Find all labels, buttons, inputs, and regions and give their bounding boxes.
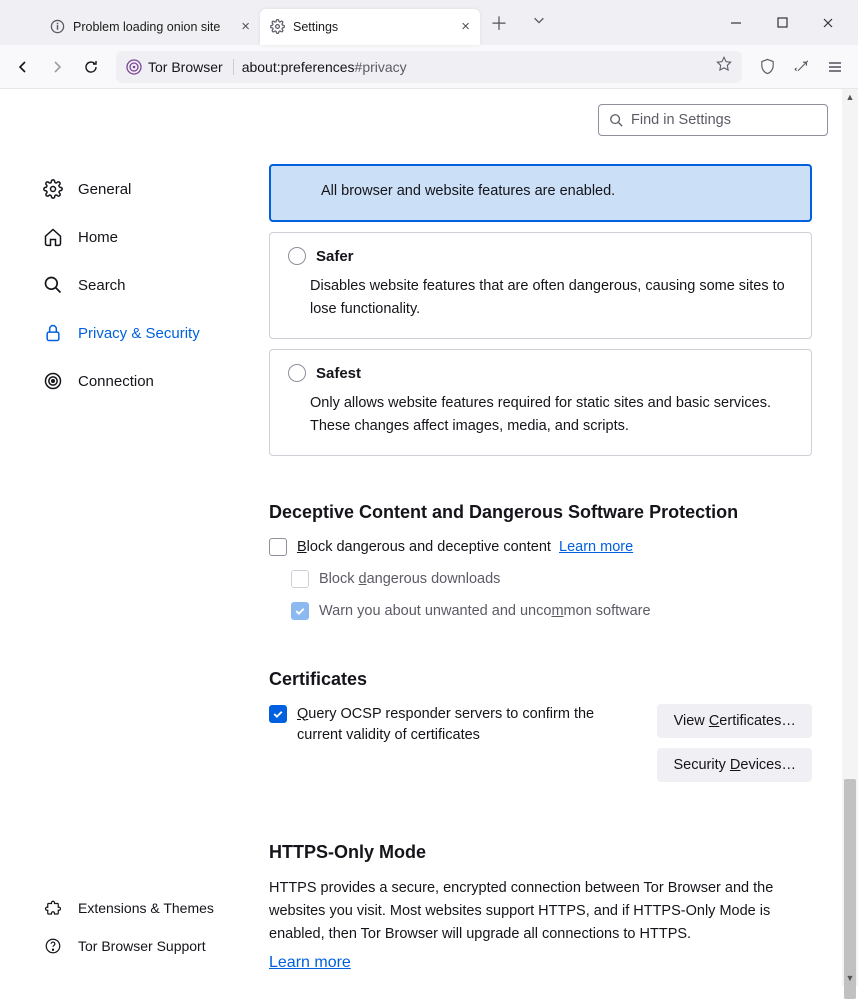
url-bar[interactable]: Tor Browser about:preferences#privacy — [116, 51, 742, 83]
tor-label: Tor Browser — [148, 59, 223, 75]
certificates-heading: Certificates — [269, 669, 812, 690]
scrollbar-track[interactable]: ▲ ▼ — [842, 89, 858, 986]
https-description: HTTPS provides a secure, encrypted conne… — [269, 877, 812, 947]
sidebar-item-label: Extensions & Themes — [78, 900, 214, 916]
standard-description: All browser and website features are ena… — [321, 180, 792, 202]
tor-icon — [126, 59, 142, 75]
toolbar: Tor Browser about:preferences#privacy — [0, 45, 858, 89]
sidebar-item-home[interactable]: Home — [42, 217, 265, 257]
checkbox-label: Warn you about unwanted and uncommon sof… — [319, 601, 651, 623]
sidebar-extensions-link[interactable]: Extensions & Themes — [42, 890, 265, 926]
tab-problem-loading[interactable]: Problem loading onion site × — [40, 9, 260, 45]
sidebar-item-search[interactable]: Search — [42, 265, 265, 305]
level-title: Safer — [316, 248, 354, 265]
learn-more-link[interactable]: Learn more — [269, 954, 351, 971]
tab-settings[interactable]: Settings × — [260, 9, 480, 45]
checkbox-icon[interactable] — [269, 705, 287, 723]
home-icon — [42, 226, 64, 248]
sidebar-item-general[interactable]: General — [42, 169, 265, 209]
security-level-safest[interactable]: Safest Only allows website features requ… — [269, 349, 812, 456]
sidebar-support-link[interactable]: Tor Browser Support — [42, 928, 265, 964]
sidebar-item-label: Connection — [78, 373, 154, 390]
tab-label: Problem loading onion site — [73, 20, 235, 34]
checkbox-label: Block dangerous and deceptive content Le… — [297, 537, 633, 559]
checkbox-icon[interactable] — [291, 602, 309, 620]
scroll-down-icon[interactable]: ▼ — [842, 970, 858, 986]
warn-uncommon-checkbox-row: Warn you about unwanted and uncommon sof… — [291, 601, 812, 623]
info-icon — [50, 19, 65, 34]
level-description: Disables website features that are often… — [310, 275, 793, 320]
https-only-heading: HTTPS-Only Mode — [269, 842, 812, 863]
checkbox-label: Block dangerous downloads — [319, 569, 500, 591]
security-level-safer[interactable]: Safer Disables website features that are… — [269, 232, 812, 339]
level-title: Safest — [316, 365, 361, 382]
settings-main: All browser and website features are ena… — [265, 89, 842, 986]
security-devices-button[interactable]: Security Devices… — [657, 748, 812, 782]
checkbox-label: Query OCSP responder servers to confirm … — [297, 704, 641, 748]
connection-icon — [42, 370, 64, 392]
new-tab-button[interactable]: ＋ — [486, 6, 512, 40]
window-controls — [714, 9, 850, 37]
find-in-settings[interactable]: Find in Settings — [598, 104, 828, 136]
app-menu-icon[interactable] — [820, 52, 850, 82]
help-icon — [42, 935, 64, 957]
level-description: Only allows website features required fo… — [310, 392, 793, 437]
sidebar-item-label: Search — [78, 277, 126, 294]
gear-icon — [42, 178, 64, 200]
sidebar-item-privacy[interactable]: Privacy & Security — [42, 313, 265, 353]
content-area: Find in Settings General Home Search Pri… — [0, 89, 858, 986]
tor-identity-badge[interactable]: Tor Browser — [126, 59, 234, 75]
new-identity-icon[interactable] — [786, 52, 816, 82]
deceptive-content-heading: Deceptive Content and Dangerous Software… — [269, 502, 812, 523]
block-dangerous-checkbox-row: Block dangerous and deceptive content Le… — [269, 537, 812, 559]
ocsp-checkbox-row: Query OCSP responder servers to confirm … — [269, 704, 641, 748]
minimize-button[interactable] — [714, 9, 758, 37]
close-icon[interactable]: × — [461, 18, 470, 35]
sidebar-item-connection[interactable]: Connection — [42, 361, 265, 401]
reload-button[interactable] — [76, 52, 106, 82]
checkbox-icon[interactable] — [291, 570, 309, 588]
bookmark-star-icon[interactable] — [716, 56, 732, 77]
shield-icon[interactable] — [752, 52, 782, 82]
view-certificates-button[interactable]: View Certificates… — [657, 704, 812, 738]
radio-icon[interactable] — [288, 364, 306, 382]
search-placeholder: Find in Settings — [631, 112, 731, 128]
scrollbar-thumb[interactable] — [844, 779, 856, 999]
sidebar-item-label: Tor Browser Support — [78, 938, 206, 954]
sidebar-item-label: General — [78, 181, 131, 198]
sidebar-item-label: Home — [78, 229, 118, 246]
learn-more-link[interactable]: Learn more — [559, 539, 633, 555]
titlebar: Problem loading onion site × Settings × … — [0, 0, 858, 45]
close-window-button[interactable] — [806, 9, 850, 37]
gear-icon — [270, 19, 285, 34]
settings-sidebar: General Home Search Privacy & Security C… — [0, 89, 265, 986]
scroll-up-icon[interactable]: ▲ — [842, 89, 858, 105]
lock-icon — [42, 322, 64, 344]
search-icon — [609, 113, 623, 127]
sidebar-item-label: Privacy & Security — [78, 325, 200, 342]
checkbox-icon[interactable] — [269, 538, 287, 556]
tabs-dropdown[interactable] — [532, 13, 546, 32]
close-icon[interactable]: × — [241, 18, 250, 35]
search-icon — [42, 274, 64, 296]
block-downloads-checkbox-row: Block dangerous downloads — [291, 569, 812, 591]
tab-label: Settings — [293, 20, 455, 34]
url-text: about:preferences#privacy — [242, 59, 407, 75]
maximize-button[interactable] — [760, 9, 804, 37]
radio-icon[interactable] — [288, 247, 306, 265]
puzzle-icon — [42, 897, 64, 919]
back-button[interactable] — [8, 52, 38, 82]
forward-button[interactable] — [42, 52, 72, 82]
security-level-standard[interactable]: All browser and website features are ena… — [269, 164, 812, 222]
